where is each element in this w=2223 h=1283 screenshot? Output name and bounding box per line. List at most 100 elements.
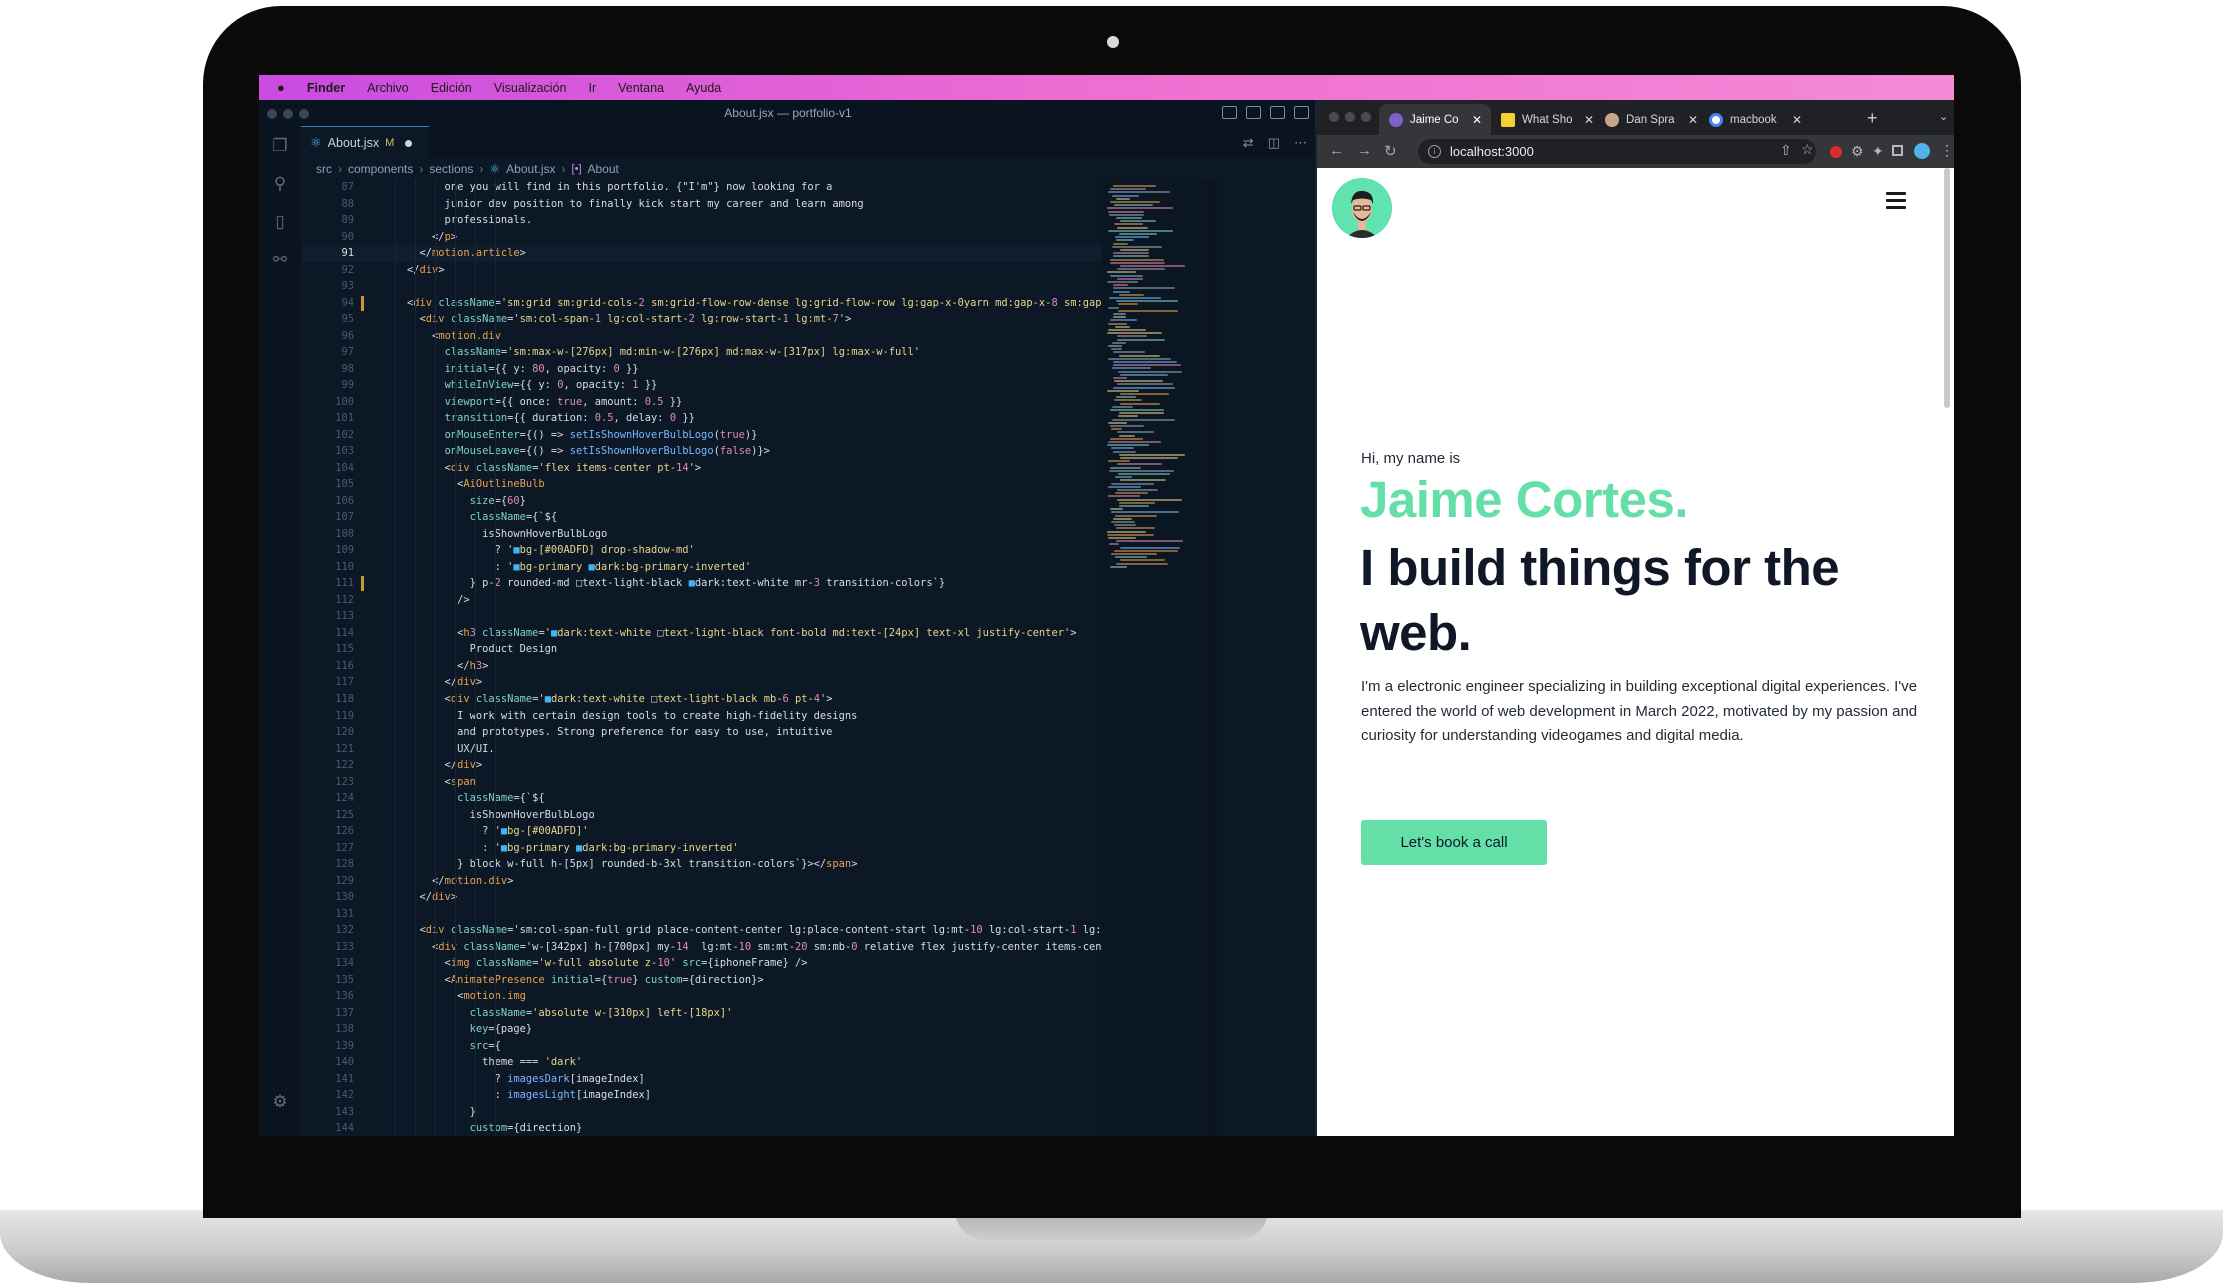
code-line[interactable]: 90 </p> — [301, 229, 1101, 246]
code-line[interactable]: 122 </div> — [301, 757, 1101, 774]
code-line[interactable]: 96 <motion.div — [301, 328, 1101, 345]
code-line[interactable]: 120 and prototypes. Strong preference fo… — [301, 724, 1101, 741]
code-line[interactable]: 117 </div> — [301, 674, 1101, 691]
avatar[interactable] — [1332, 178, 1392, 238]
url-text[interactable]: localhost:3000 — [1450, 144, 1534, 159]
tab-about-jsx[interactable]: ⚛ About.jsx M — [301, 126, 429, 159]
code-line[interactable]: 121 UX/UI. — [301, 741, 1101, 758]
code-line[interactable]: 131 — [301, 906, 1101, 923]
window-minimize-button[interactable] — [1345, 112, 1355, 122]
close-tab-icon[interactable]: ✕ — [1688, 113, 1698, 127]
code-line[interactable]: 135 <AnimatePresence initial={true} cust… — [301, 972, 1101, 989]
code-line[interactable]: 144 custom={direction} — [301, 1120, 1101, 1136]
code-line[interactable]: 87 one you will find in this portfolio. … — [301, 179, 1101, 196]
window-zoom-button[interactable] — [1361, 112, 1371, 122]
code-line[interactable]: 130 </div> — [301, 889, 1101, 906]
settings-gear-icon[interactable]: ⚙ — [270, 1092, 290, 1112]
more-actions-icon[interactable]: ⋯ — [1294, 135, 1307, 151]
apple-icon[interactable]: ● — [277, 80, 285, 95]
code-line[interactable]: 91 </motion.article> — [301, 245, 1101, 262]
browser-tab-what-should[interactable]: What Sho ✕ — [1491, 104, 1595, 135]
page-scrollbar[interactable] — [1944, 168, 1950, 408]
tab-search-chevron-icon[interactable]: ⌄ — [1939, 110, 1948, 123]
search-icon[interactable]: ⚲ — [270, 174, 290, 194]
address-bar[interactable]: i localhost:3000 — [1418, 139, 1816, 164]
bookmark-star-icon[interactable]: ☆ — [1801, 141, 1814, 158]
code-line[interactable]: 109 ? '■bg-[#00ADFD] drop-shadow-md' — [301, 542, 1101, 559]
code-line[interactable]: 112 /> — [301, 592, 1101, 609]
breadcrumb-symbol[interactable]: About — [588, 162, 619, 176]
forward-arrow-icon[interactable]: → — [1357, 142, 1372, 159]
code-line[interactable]: 111 } p-2 rounded-md □text-light-black ■… — [301, 575, 1101, 592]
extension-gear-icon[interactable]: ⚙ — [1851, 143, 1864, 160]
code-line[interactable]: 140 theme === 'dark' — [301, 1054, 1101, 1071]
toggle-sidebar-icon[interactable] — [1222, 106, 1237, 119]
code-line[interactable]: 136 <motion.img — [301, 988, 1101, 1005]
breadcrumb-file[interactable]: About.jsx — [506, 162, 555, 176]
breadcrumb-components[interactable]: components — [348, 162, 413, 176]
code-line[interactable]: 97 className='sm:max-w-[276px] md:min-w-… — [301, 344, 1101, 361]
code-line[interactable]: 125 isShownHoverBulbLogo — [301, 807, 1101, 824]
close-tab-icon[interactable]: ✕ — [1792, 113, 1802, 127]
code-line[interactable]: 103 onMouseLeave={() => setIsShownHoverB… — [301, 443, 1101, 460]
code-line[interactable]: 101 transition={{ duration: 0.5, delay: … — [301, 410, 1101, 427]
close-tab-icon[interactable]: ✕ — [1472, 113, 1482, 127]
reload-icon[interactable]: ↻ — [1384, 142, 1397, 160]
code-line[interactable]: 102 onMouseEnter={() => setIsShownHoverB… — [301, 427, 1101, 444]
back-arrow-icon[interactable]: ← — [1329, 142, 1344, 159]
code-line[interactable]: 108 isShownHoverBulbLogo — [301, 526, 1101, 543]
bookmark-icon[interactable]: ▯ — [270, 212, 290, 232]
code-line[interactable]: 99 whileInView={{ y: 0, opacity: 1 }} — [301, 377, 1101, 394]
code-line[interactable]: 141 ? imagesDark[imageIndex] — [301, 1071, 1101, 1088]
close-tab-icon[interactable]: ✕ — [1584, 113, 1594, 127]
hamburger-menu-icon[interactable] — [1886, 192, 1906, 209]
browser-tab-portfolio[interactable]: Jaime Co ✕ — [1379, 104, 1491, 135]
menu-finder[interactable]: Finder — [307, 81, 345, 95]
source-control-icon[interactable]: ⚯ — [270, 250, 290, 270]
code-line[interactable]: 133 <div className='w-[342px] h-[700px] … — [301, 939, 1101, 956]
window-close-button[interactable] — [1329, 112, 1339, 122]
breadcrumb-src[interactable]: src — [316, 162, 332, 176]
code-line[interactable]: 119 I work with certain design tools to … — [301, 708, 1101, 725]
minimap[interactable] — [1101, 179, 1205, 1136]
browser-tab-macbook[interactable]: macbook ✕ — [1699, 104, 1803, 135]
extensions-puzzle-icon[interactable]: ✦ — [1872, 143, 1884, 160]
menu-ventana[interactable]: Ventana — [618, 81, 664, 95]
code-line[interactable]: 113 — [301, 608, 1101, 625]
breadcrumb-sections[interactable]: sections — [429, 162, 473, 176]
new-tab-icon[interactable]: + — [1867, 108, 1878, 129]
menu-visualizacion[interactable]: Visualización — [494, 81, 567, 95]
code-line[interactable]: 142 : imagesLight[imageIndex] — [301, 1087, 1101, 1104]
code-line[interactable]: 114 <h3 className='■dark:text-white □tex… — [301, 625, 1101, 642]
code-line[interactable]: 126 ? '■bg-[#00ADFD]' — [301, 823, 1101, 840]
compare-changes-icon[interactable]: ⇄ — [1243, 135, 1254, 151]
book-call-button[interactable]: Let's book a call — [1361, 820, 1547, 865]
ublock-extension-icon[interactable] — [1830, 146, 1842, 158]
unsaved-dot-icon[interactable] — [405, 139, 413, 147]
code-line[interactable]: 106 size={60} — [301, 493, 1101, 510]
code-line[interactable]: 110 : '■bg-primary ■dark:bg-primary-inve… — [301, 559, 1101, 576]
code-line[interactable]: 105 <AiOutlineBulb — [301, 476, 1101, 493]
code-line[interactable]: 134 <img className='w-full absolute z-10… — [301, 955, 1101, 972]
browser-tab-dan-spratling[interactable]: Dan Spra ✕ — [1595, 104, 1699, 135]
profile-avatar-icon[interactable] — [1914, 143, 1930, 159]
side-panel-icon[interactable] — [1892, 145, 1903, 156]
code-line[interactable]: 128 } block w-full h-[5px] rounded-b-3xl… — [301, 856, 1101, 873]
code-line[interactable]: 124 className={`${ — [301, 790, 1101, 807]
code-line[interactable]: 138 key={page} — [301, 1021, 1101, 1038]
code-line[interactable]: 107 className={`${ — [301, 509, 1101, 526]
code-line[interactable]: 89 professionals. — [301, 212, 1101, 229]
menu-archivo[interactable]: Archivo — [367, 81, 409, 95]
code-line[interactable]: 116 </h3> — [301, 658, 1101, 675]
code-line[interactable]: 115 Product Design — [301, 641, 1101, 658]
explorer-icon[interactable]: ❐ — [270, 136, 290, 156]
code-line[interactable]: 98 initial={{ y: 80, opacity: 0 }} — [301, 361, 1101, 378]
editor-scrollbar[interactable] — [1205, 179, 1217, 1136]
code-line[interactable]: 94 <div className='sm:grid sm:grid-cols-… — [301, 295, 1101, 312]
site-info-icon[interactable]: i — [1428, 145, 1441, 158]
chrome-menu-icon[interactable]: ⋮ — [1940, 142, 1954, 159]
code-line[interactable]: 100 viewport={{ once: true, amount: 0.5 … — [301, 394, 1101, 411]
code-line[interactable]: 123 <span — [301, 774, 1101, 791]
code-line[interactable]: 137 className='absolute w-[310px] left-[… — [301, 1005, 1101, 1022]
code-line[interactable]: 88 junior dev position to finally kick s… — [301, 196, 1101, 213]
